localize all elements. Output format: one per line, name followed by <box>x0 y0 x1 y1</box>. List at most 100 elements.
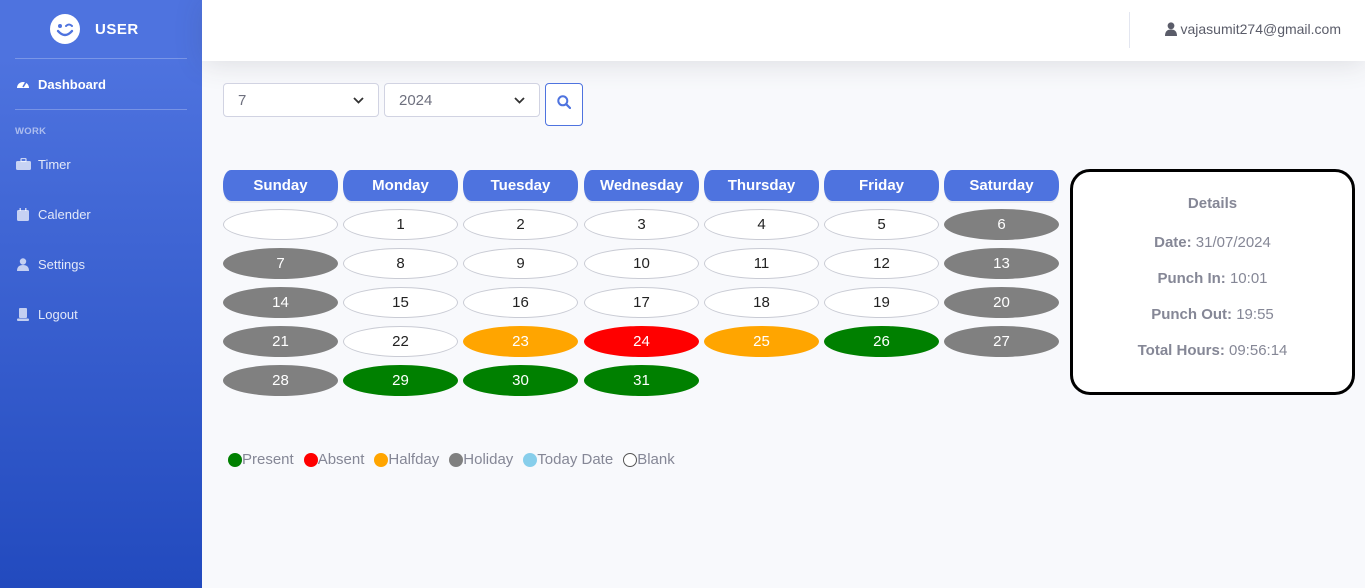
calendar-day[interactable]: 6 <box>944 209 1059 240</box>
weekday-header: Monday <box>343 170 458 201</box>
weekday-header: Tuesday <box>463 170 578 201</box>
calendar-day[interactable]: 15 <box>343 287 458 318</box>
calendar-day[interactable]: 11 <box>704 248 819 279</box>
calendar-day[interactable]: 22 <box>343 326 458 357</box>
sidebar-heading: WORK <box>15 126 47 137</box>
details-panel: Details Date: 31/07/2024 Punch In: 10:01… <box>1070 169 1355 395</box>
gauge-icon <box>15 77 31 91</box>
user-email: vajasumit274@gmail.com <box>1180 21 1342 37</box>
legend-item: Halfday <box>374 451 439 468</box>
date-value: 31/07/2024 <box>1195 234 1271 251</box>
weekday-header: Saturday <box>944 170 1059 201</box>
calendar-day[interactable]: 10 <box>584 248 699 279</box>
legend-item: Present <box>228 451 294 468</box>
sidebar-item-dashboard[interactable]: Dashboard <box>0 59 202 109</box>
calendar-day[interactable]: 4 <box>704 209 819 240</box>
legend-label: Halfday <box>388 451 440 468</box>
legend-item: Today Date <box>523 451 613 468</box>
legend-swatch <box>228 452 242 467</box>
calendar-day[interactable]: 3 <box>584 209 699 240</box>
weekday-header: Thursday <box>704 170 819 201</box>
calendar-day[interactable]: 16 <box>463 287 578 318</box>
legend-swatch <box>449 452 464 467</box>
weekday-header: Friday <box>824 170 939 201</box>
month-select[interactable]: 7 <box>223 83 379 117</box>
calendar-day[interactable]: 1 <box>343 209 458 240</box>
brand[interactable]: USER <box>0 0 202 58</box>
logout-icon <box>15 307 31 321</box>
calendar-day[interactable]: 25 <box>704 326 819 357</box>
total-hours-label: Total Hours: <box>1137 342 1225 359</box>
sidebar-item-label: Calender <box>38 206 91 222</box>
punch-out-label: Punch Out: <box>1151 306 1233 323</box>
search-icon <box>557 95 572 114</box>
details-date: Date: 31/07/2024 <box>1073 234 1352 251</box>
legend-item: Absent <box>303 451 365 468</box>
calendar-day[interactable]: 13 <box>944 248 1059 279</box>
calendar-empty-cell <box>223 209 338 240</box>
calendar-day[interactable]: 12 <box>824 248 939 279</box>
calendar-day[interactable]: 2 <box>463 209 578 240</box>
legend-swatch <box>303 452 318 467</box>
legend-item: Holiday <box>449 451 513 468</box>
punch-out-value: 19:55 <box>1236 306 1274 323</box>
legend-label: Present <box>242 451 294 468</box>
search-button[interactable] <box>545 83 583 126</box>
chevron-down-icon <box>353 96 364 104</box>
legend-label: Today Date <box>537 451 614 468</box>
legend-label: Blank <box>637 451 675 468</box>
sidebar-item-label: Settings <box>38 256 85 272</box>
topbar: vajasumit274@gmail.com <box>202 0 1365 61</box>
year-value: 2024 <box>399 91 433 109</box>
date-label: Date: <box>1154 234 1192 251</box>
details-punch-out: Punch Out: 19:55 <box>1073 306 1352 323</box>
calendar-day[interactable]: 20 <box>944 287 1059 318</box>
sidebar-item-calender[interactable]: Calender <box>0 189 202 239</box>
calendar-day[interactable]: 28 <box>223 365 338 396</box>
details-title: Details <box>1187 195 1238 212</box>
legend-item: Blank <box>623 451 675 468</box>
calendar-day[interactable]: 26 <box>824 326 939 357</box>
calendar-day[interactable]: 8 <box>343 248 458 279</box>
calendar-day[interactable]: 31 <box>584 365 699 396</box>
weekday-header: Sunday <box>223 170 338 201</box>
details-total-hours: Total Hours: 09:56:14 <box>1073 342 1352 359</box>
punch-in-value: 10:01 <box>1229 270 1268 287</box>
calendar-day[interactable]: 19 <box>824 287 939 318</box>
details-punch-in: Punch In: 10:01 <box>1073 270 1352 287</box>
calendar-day[interactable]: 14 <box>223 287 338 318</box>
calendar-day[interactable]: 7 <box>223 248 338 279</box>
calendar-day[interactable]: 24 <box>584 326 699 357</box>
chevron-down-icon <box>514 96 525 104</box>
sidebar: USER Dashboard WORK Timer Calender Setti… <box>0 0 202 588</box>
calendar-day[interactable]: 30 <box>463 365 578 396</box>
legend-label: Absent <box>317 451 365 468</box>
total-hours-value: 09:56:14 <box>1229 342 1288 359</box>
calendar-icon <box>15 207 31 221</box>
winking-face-icon <box>50 14 80 44</box>
calendar-day[interactable]: 18 <box>704 287 819 318</box>
month-value: 7 <box>238 91 247 109</box>
user-dropdown[interactable]: vajasumit274@gmail.com <box>1164 21 1342 37</box>
year-select[interactable]: 2024 <box>384 83 540 117</box>
calendar-day[interactable]: 29 <box>343 365 458 396</box>
user-icon <box>1164 22 1177 36</box>
calendar-day[interactable]: 17 <box>584 287 699 318</box>
calendar-day[interactable]: 9 <box>463 248 578 279</box>
calendar-day[interactable]: 23 <box>463 326 578 357</box>
legend-swatch <box>374 452 389 467</box>
legend-swatch <box>523 452 538 467</box>
topbar-divider <box>1129 12 1130 48</box>
calendar-day[interactable]: 21 <box>223 326 338 357</box>
toolbox-icon <box>15 157 31 171</box>
legend: Present Absent Halfday Holiday Today Date Bla… <box>228 451 685 468</box>
sidebar-item-settings[interactable]: Settings <box>0 239 202 289</box>
sidebar-item-timer[interactable]: Timer <box>0 139 202 189</box>
sidebar-item-logout[interactable]: Logout <box>0 289 202 339</box>
calendar-day[interactable]: 5 <box>824 209 939 240</box>
sidebar-item-label: Dashboard <box>38 76 106 92</box>
punch-in-label: Punch In: <box>1157 270 1226 287</box>
sidebar-item-label: Timer <box>38 156 71 172</box>
calendar-day[interactable]: 27 <box>944 326 1059 357</box>
brand-name: USER <box>95 20 139 38</box>
